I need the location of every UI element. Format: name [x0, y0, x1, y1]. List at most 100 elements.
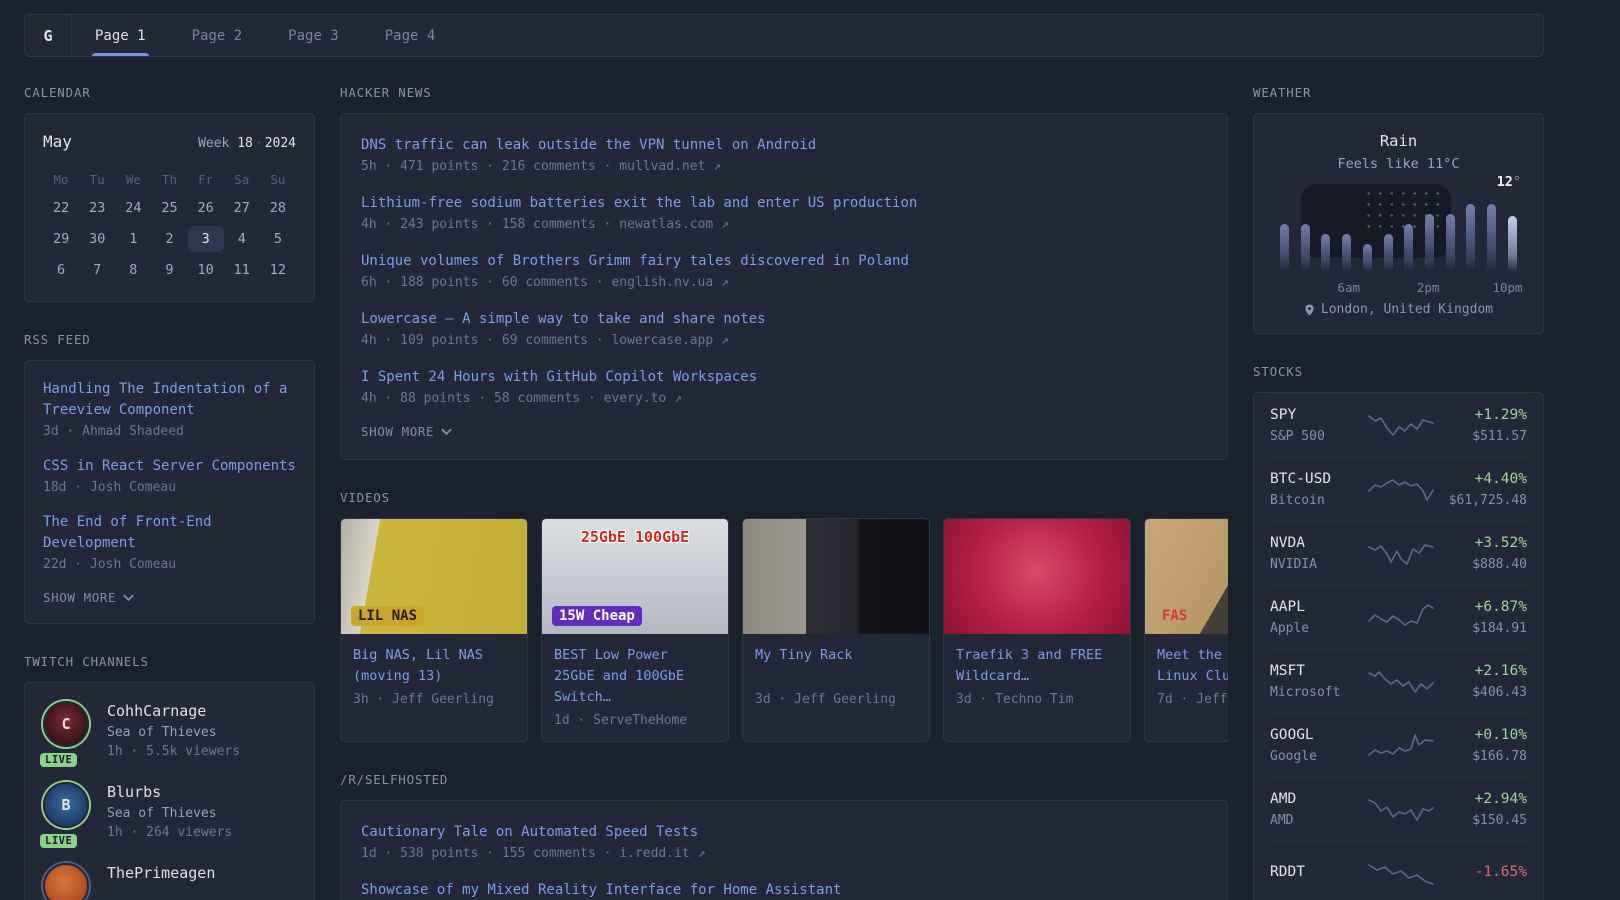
stock-numbers: +6.87% $184.91: [1443, 598, 1527, 638]
weather-temp-bar: [1466, 204, 1475, 272]
selfhosted-item-domain-link[interactable]: i.redd.it ↗: [596, 846, 706, 861]
videos-strip: LIL NAS Big NAS, Lil NAS (moving 13) 3h …: [340, 518, 1228, 742]
video-meta: 3d · Techno Tim: [956, 692, 1118, 707]
stock-row[interactable]: BTC-USD Bitcoin +4.40% $61,725.48: [1270, 457, 1527, 521]
thumbnail-top-caption: 25GbE 100GbE: [577, 527, 693, 547]
video-thumbnail[interactable]: [743, 519, 929, 634]
stock-price: $150.45: [1443, 812, 1527, 830]
video-thumbnail[interactable]: [944, 519, 1130, 634]
twitch-channel-meta: 1h · 264 viewers: [107, 823, 232, 842]
stock-name: AMD: [1270, 812, 1359, 830]
selfhosted-item-meta: 1d · 538 points · 155 commentsi.redd.it …: [361, 846, 1207, 861]
stock-row[interactable]: AAPL Apple +6.87% $184.91: [1270, 585, 1527, 649]
stock-sparkline-chart: [1365, 537, 1437, 571]
stock-row[interactable]: NVDA NVIDIA +3.52% $888.40: [1270, 521, 1527, 585]
weekday-label: Tu: [79, 169, 115, 191]
weather-widget: Rain Feels like 11°C 12° 6am2pm10pm: [1253, 113, 1544, 334]
hackernews-item-title[interactable]: Lithium-free sodium batteries exit the l…: [361, 195, 917, 211]
video-card[interactable]: 25GbE 100GbE 15W Cheap BEST Low Power 25…: [541, 518, 729, 742]
stock-change-percent: +6.87%: [1443, 598, 1527, 617]
stock-sparkline-chart: [1365, 665, 1437, 699]
video-title[interactable]: My Tiny Rack: [755, 645, 917, 687]
video-title[interactable]: Meet the Linux Clu: [1157, 645, 1228, 687]
twitch-channel-row[interactable]: ThePrimeagen: [43, 863, 296, 900]
calendar-day: 8: [115, 257, 151, 283]
twitch-channel-game: Sea of Thieves: [107, 804, 232, 823]
twitch-channel-row[interactable]: B LIVE Blurbs Sea of Thieves 1h · 264 vi…: [43, 782, 296, 842]
video-thumbnail[interactable]: 25GbE 100GbE 15W Cheap: [542, 519, 728, 634]
video-card[interactable]: Traefik 3 and FREE Wildcard… 3d · Techno…: [943, 518, 1131, 742]
dot-separator-icon: ·: [253, 136, 265, 151]
header-bar: G Page 1 Page 2 Page 3 Page 4: [24, 14, 1544, 57]
calendar-day: 2: [151, 226, 187, 252]
live-badge: LIVE: [40, 834, 77, 848]
stock-identity: BTC-USD Bitcoin: [1270, 470, 1359, 510]
weekday-label: We: [115, 169, 151, 191]
hackernews-item: I Spent 24 Hours with GitHub Copilot Wor…: [361, 366, 1207, 406]
hackernews-item-domain-link[interactable]: lowercase.app ↗: [588, 333, 729, 348]
hackernews-item-title[interactable]: DNS traffic can leak outside the VPN tun…: [361, 137, 816, 153]
hackernews-item-title[interactable]: Lowercase – A simple way to take and sha…: [361, 311, 766, 327]
hackernews-item-domain-link[interactable]: english.nv.ua ↗: [588, 275, 729, 290]
hackernews-item-domain-link[interactable]: every.to ↗: [580, 391, 682, 406]
calendar-day: 29: [43, 226, 79, 252]
rss-show-more-button[interactable]: SHOW MORE: [43, 590, 296, 605]
stock-identity: RDDT: [1270, 863, 1359, 885]
stock-name: Google: [1270, 748, 1359, 766]
twitch-widget: C LIVE CohhCarnage Sea of Thieves 1h · 5…: [24, 682, 315, 900]
stock-symbol: NVDA: [1270, 534, 1359, 553]
page-tab[interactable]: Page 2: [169, 15, 266, 56]
page-tab[interactable]: Page 1: [72, 15, 169, 56]
stock-name: Bitcoin: [1270, 492, 1359, 510]
rss-item-meta: 3d · Ahmad Shadeed: [43, 424, 296, 439]
video-title[interactable]: Big NAS, Lil NAS (moving 13): [353, 645, 515, 687]
video-thumbnail[interactable]: LIL NAS: [341, 519, 527, 634]
calendar-day: 27: [224, 195, 260, 221]
calendar-week-info: Week 18·2024: [198, 136, 296, 151]
stock-row[interactable]: AMD AMD +2.94% $150.45: [1270, 777, 1527, 841]
stock-row[interactable]: MSFT Microsoft +2.16% $406.43: [1270, 649, 1527, 713]
hour-label: 2pm: [1417, 280, 1440, 295]
calendar-day: 4: [224, 226, 260, 252]
selfhosted-item: Cautionary Tale on Automated Speed Tests…: [361, 821, 1207, 861]
video-title[interactable]: BEST Low Power 25GbE and 100GbE Switch…: [554, 645, 716, 708]
hackernews-item-title[interactable]: Unique volumes of Brothers Grimm fairy t…: [361, 253, 909, 269]
hackernews-item-domain-link[interactable]: mullvad.net ↗: [596, 159, 721, 174]
video-thumbnail[interactable]: FAS: [1145, 519, 1228, 634]
hackernews-item-domain-link[interactable]: newatlas.com ↗: [596, 217, 729, 232]
hackernews-item-stats: 4h · 88 points · 58 comments: [361, 391, 580, 406]
hackernews-item-meta: 4h · 88 points · 58 commentsevery.to ↗: [361, 391, 1207, 406]
hackernews-item: Unique volumes of Brothers Grimm fairy t…: [361, 250, 1207, 290]
rss-item-title[interactable]: The End of Front-End Development: [43, 512, 296, 554]
hackernews-item-title[interactable]: I Spent 24 Hours with GitHub Copilot Wor…: [361, 369, 757, 385]
hackernews-show-more-button[interactable]: SHOW MORE: [361, 424, 1207, 439]
page-tab[interactable]: Page 4: [362, 15, 459, 56]
video-title[interactable]: Traefik 3 and FREE Wildcard…: [956, 645, 1118, 687]
video-meta: 3d · Jeff Geerling: [755, 692, 917, 707]
app-logo[interactable]: G: [25, 15, 72, 56]
degree-symbol: °: [1513, 174, 1521, 190]
video-card[interactable]: My Tiny Rack 3d · Jeff Geerling: [742, 518, 930, 742]
video-card[interactable]: FAS Meet the Linux Clu 7d · Jeff Geerlin…: [1144, 518, 1228, 742]
rss-item-title[interactable]: CSS in React Server Components: [43, 456, 296, 477]
video-card-body: My Tiny Rack 3d · Jeff Geerling: [743, 634, 929, 720]
weather-temp-bar: [1446, 214, 1455, 272]
video-card[interactable]: LIL NAS Big NAS, Lil NAS (moving 13) 3h …: [340, 518, 528, 742]
stock-name: S&P 500: [1270, 428, 1359, 446]
stock-row[interactable]: GOOGL Google +0.10% $166.78: [1270, 713, 1527, 777]
rss-item-title[interactable]: Handling The Indentation of a Treeview C…: [43, 379, 296, 421]
left-column: CALENDAR May Week 18·2024 MoTuWeThFrSaSu…: [24, 85, 315, 900]
selfhosted-item-title[interactable]: Cautionary Tale on Automated Speed Tests: [361, 824, 698, 840]
stock-row[interactable]: SPY S&P 500 +1.29% $511.57: [1270, 393, 1527, 457]
calendar-day: 24: [115, 195, 151, 221]
stocks-section-title: STOCKS: [1253, 364, 1544, 379]
rss-item: The End of Front-End Development 22d · J…: [43, 512, 296, 572]
stock-symbol: AMD: [1270, 790, 1359, 809]
calendar-day: 11: [224, 257, 260, 283]
selfhosted-item-title[interactable]: Showcase of my Mixed Reality Interface f…: [361, 882, 841, 898]
weather-temp-bar: [1342, 234, 1351, 272]
stock-row[interactable]: RDDT -1.65%: [1270, 841, 1527, 900]
twitch-channel-row[interactable]: C LIVE CohhCarnage Sea of Thieves 1h · 5…: [43, 701, 296, 761]
page-tab[interactable]: Page 3: [265, 15, 362, 56]
show-more-label: SHOW MORE: [361, 424, 434, 439]
